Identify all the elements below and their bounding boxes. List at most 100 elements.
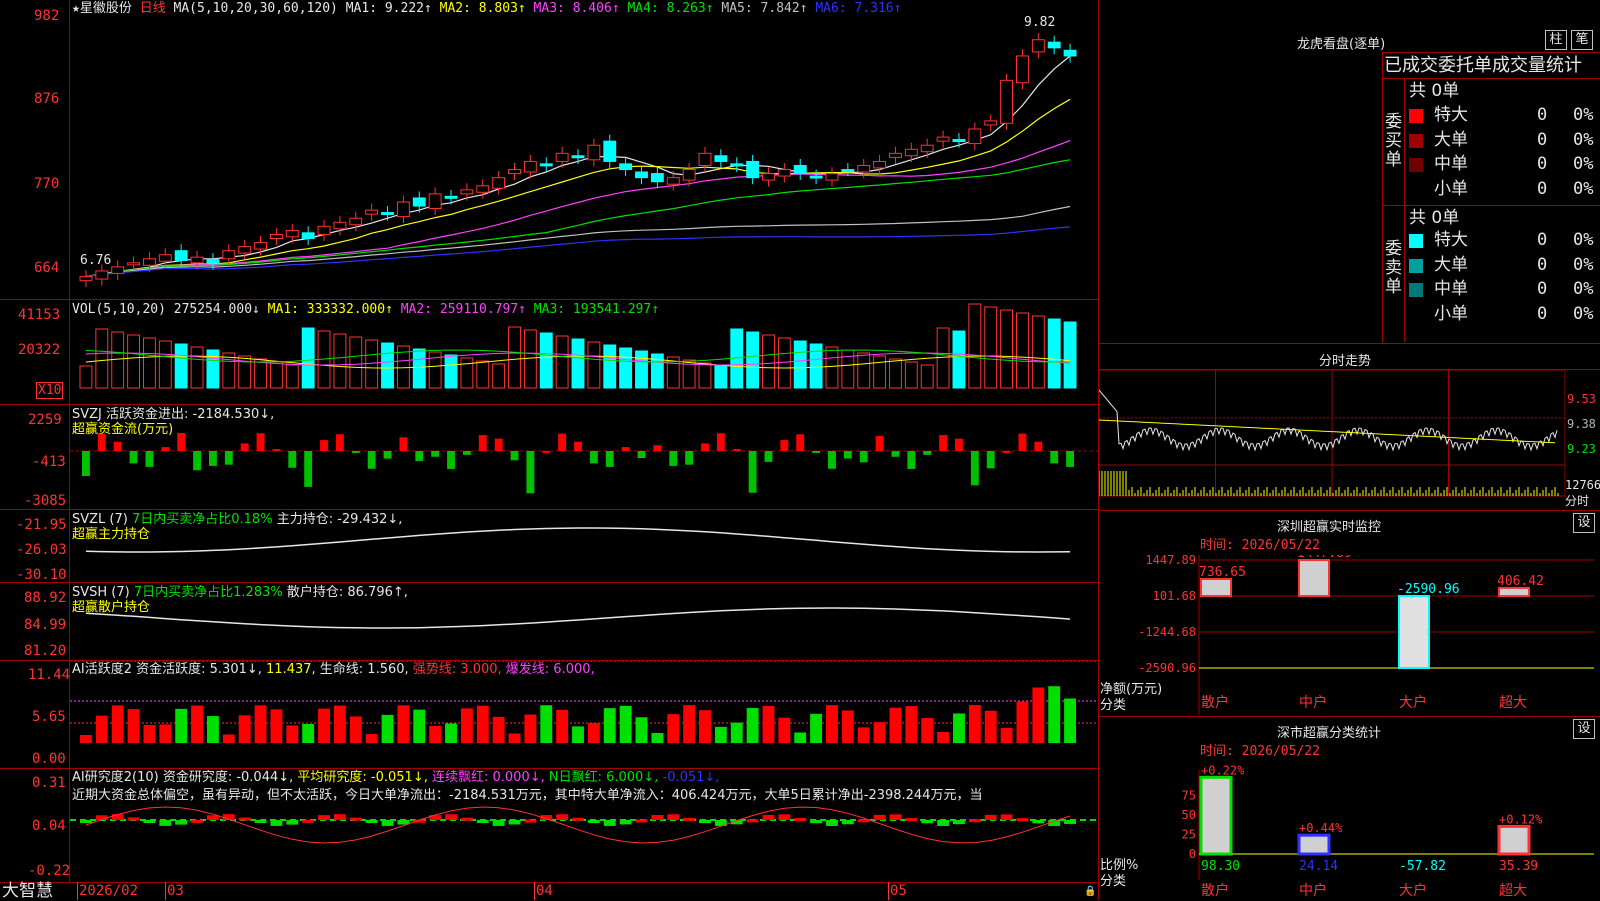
candlestick-chart[interactable] — [70, 20, 1098, 299]
ai2-chart[interactable] — [70, 805, 1098, 882]
research-bar — [159, 820, 172, 826]
research-bar — [238, 817, 251, 821]
ai1-ytick-1: 11.44 — [28, 667, 71, 683]
svzl-ytick-3: -30.10 — [16, 567, 67, 583]
intraday-chart[interactable] — [1099, 370, 1565, 510]
activity-bar — [746, 707, 759, 743]
stock-name[interactable]: 星徽股份 — [80, 1, 132, 16]
ma-value-3: MA4: 8.263↑ — [619, 1, 714, 16]
candle — [889, 152, 902, 158]
fund-flow-bar — [637, 451, 646, 459]
monitor-category: 大户 — [1399, 694, 1427, 711]
activity-bar — [857, 727, 870, 743]
buy-row-val-2: 0 — [1537, 154, 1548, 174]
candle — [396, 201, 410, 218]
classify-pct-label: +0.12% — [1499, 812, 1543, 826]
volume-bar — [95, 328, 109, 389]
candle — [508, 169, 521, 175]
monitor-ylabel-2: 分类 — [1100, 698, 1127, 713]
sell-row-pct-1: 0% — [1573, 254, 1594, 275]
svzl-chart[interactable] — [70, 510, 1098, 582]
candle — [444, 195, 458, 199]
candle — [428, 193, 442, 209]
volume-chart[interactable] — [70, 300, 1098, 404]
candle — [333, 221, 347, 230]
volume-bar — [285, 364, 299, 389]
buy-row-swatch-3 — [1409, 182, 1423, 197]
classify-ytick: 50 — [1182, 808, 1196, 822]
candle — [650, 173, 664, 183]
volume-bar — [174, 343, 188, 389]
activity-bar — [873, 722, 886, 743]
bar-mode-button[interactable]: 柱 — [1545, 30, 1567, 50]
volume-bar — [952, 330, 966, 389]
fund-flow-bar — [177, 433, 186, 451]
svsh-chart[interactable] — [70, 583, 1098, 660]
brand-label: 大智慧 — [2, 881, 53, 901]
candle — [952, 139, 966, 143]
fund-flow-bar — [732, 449, 741, 452]
monitor-bar-chart[interactable]: 1447.89 101.68 -1244.68 -2590.96 736.65 散户 144… — [1099, 555, 1600, 715]
fund-flow-bar — [764, 451, 773, 462]
fund-flow-bar — [82, 451, 90, 476]
period-label[interactable]: 日线 — [140, 1, 166, 16]
activity-bar — [826, 705, 838, 743]
volume-bar — [904, 361, 918, 389]
candle — [873, 160, 887, 169]
candle — [174, 250, 188, 261]
fund-flow-bar — [716, 433, 725, 451]
research-bar — [318, 815, 330, 820]
fund-flow-bar — [1002, 450, 1011, 453]
classify-bar-1 — [1297, 833, 1331, 856]
tick-mode-button[interactable]: 笔 — [1571, 30, 1593, 50]
activity-bar — [762, 705, 775, 743]
candle — [1000, 79, 1014, 124]
candle — [301, 232, 315, 240]
volume-bar — [539, 332, 553, 389]
main-ytick-3: 770 — [34, 176, 60, 192]
candle — [1016, 55, 1029, 84]
classify-settings-button[interactable]: 设 — [1573, 719, 1595, 739]
activity-bar — [603, 708, 616, 743]
classify-ylabel-1: 比例% — [1100, 858, 1139, 873]
ai1-chart[interactable] — [70, 661, 1098, 768]
activity-bar — [699, 710, 711, 743]
lhb-sep — [1382, 78, 1600, 79]
xaxis-label-3: 04 — [536, 883, 553, 899]
svsh-ytick-3: 81.20 — [24, 643, 67, 659]
sell-row-swatch-3 — [1409, 307, 1423, 322]
activity-bar — [111, 705, 124, 743]
sell-row-name-1: 大单 — [1434, 254, 1468, 275]
candle — [857, 164, 871, 173]
monitor-ytick: 1447.89 — [1145, 555, 1196, 567]
activity-bar — [349, 716, 362, 743]
candle — [127, 262, 140, 266]
activity-bar — [333, 705, 346, 743]
research-bar — [381, 820, 394, 826]
ai2-item-1: 资金研究度: -0.044↓, — [162, 770, 298, 785]
lock-icon[interactable]: 🔒 — [1084, 884, 1096, 899]
fund-flow-bar — [812, 451, 821, 453]
volume-bar — [873, 355, 887, 389]
ai1-ytick-3: 0.00 — [32, 751, 66, 767]
monitor-settings-button[interactable]: 设 — [1573, 513, 1595, 533]
activity-bar — [953, 713, 965, 743]
fund-flow-bar — [986, 451, 995, 469]
left-chart-area[interactable]: ★星徽股份 日线 MA(5,10,20,30,60,120) MA1: 9.22… — [0, 0, 1100, 900]
ai1-ytick-2: 5.65 — [32, 709, 66, 725]
research-bar — [1064, 820, 1076, 825]
fund-flow-bar — [748, 451, 757, 493]
ma-line-10 — [85, 98, 1071, 278]
candle — [381, 212, 394, 216]
vol-unit: X10 — [36, 382, 64, 399]
volume-bar — [492, 363, 506, 389]
fs-ytick-2: 9.38 — [1567, 417, 1596, 431]
candle — [79, 276, 93, 282]
activity-bar — [889, 707, 902, 743]
buy-row-swatch-0 — [1409, 109, 1423, 123]
candle — [365, 209, 379, 215]
monitor-bar-0 — [1200, 578, 1232, 597]
buy-row-pct-0: 0% — [1573, 105, 1594, 125]
svzj-chart[interactable] — [70, 405, 1098, 509]
classify-bar-chart[interactable]: 75 50 25 0 +0.22% 98.30 散户 +0.44% 24.14 中户 -57.82 大… — [1099, 760, 1600, 900]
